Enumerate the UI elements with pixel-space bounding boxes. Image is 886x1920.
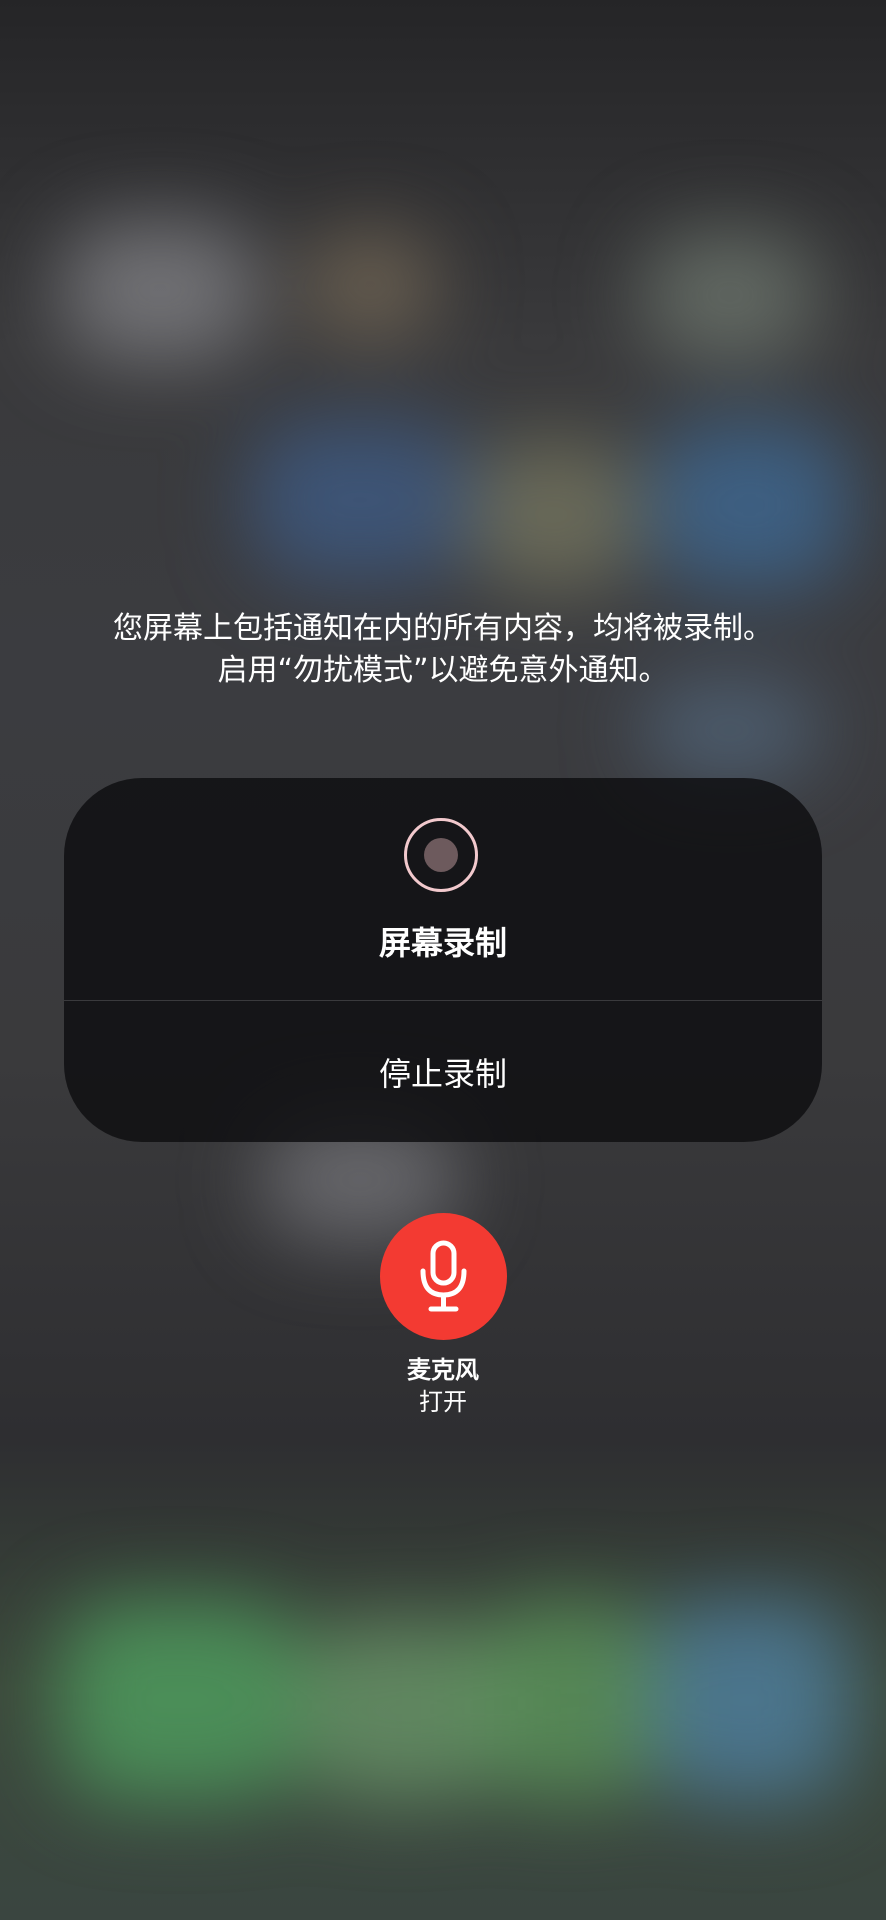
recording-notice: 您屏幕上包括通知在内的所有内容，均将被录制。 启用“勿扰模式”以避免意外通知。 (0, 608, 886, 692)
recording-header (64, 778, 822, 1000)
notice-line-2: 启用“勿扰模式”以避免意外通知。 (217, 653, 669, 688)
microphone-status: 打开 (419, 1388, 467, 1416)
record-icon (404, 818, 478, 892)
microphone-label: 麦克风 (407, 1356, 479, 1384)
microphone-icon (420, 1240, 467, 1312)
screen-recording-overlay: 您屏幕上包括通知在内的所有内容，均将被录制。 启用“勿扰模式”以避免意外通知。 … (0, 0, 886, 1920)
record-dot (424, 838, 458, 872)
microphone-toggle-button[interactable] (380, 1213, 507, 1340)
notice-line-1: 您屏幕上包括通知在内的所有内容，均将被录制。 (113, 611, 773, 646)
panel-title: 屏幕录制 (378, 924, 507, 962)
stop-recording-button[interactable]: 停止录制 (64, 1001, 822, 1142)
